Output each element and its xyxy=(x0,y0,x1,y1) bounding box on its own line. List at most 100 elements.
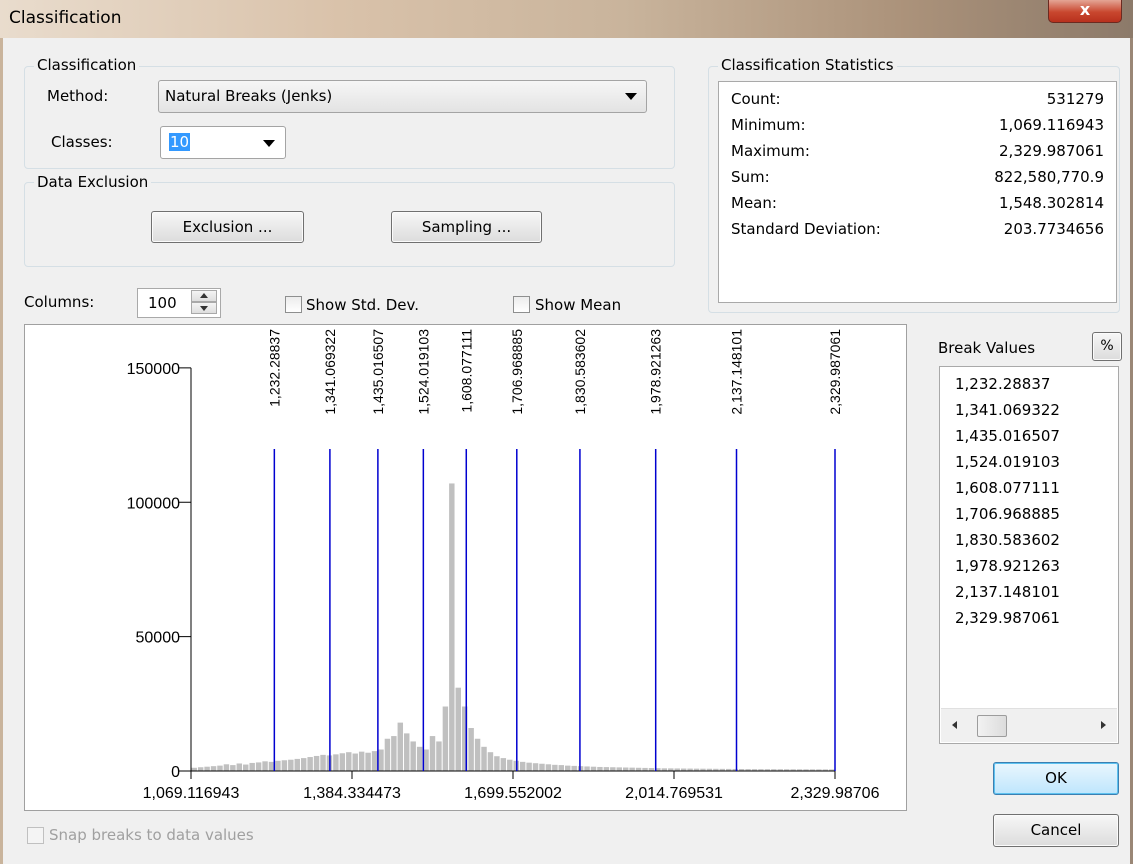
statistic-value: 1,548.302814 xyxy=(999,194,1104,212)
scroll-right-icon[interactable] xyxy=(1101,721,1106,729)
statistic-value: 2,329.987061 xyxy=(999,142,1104,160)
spin-down-button[interactable] xyxy=(191,302,217,314)
statistics-panel: Count: 531279 Minimum: 1,069.116943 Maximum:… xyxy=(718,81,1117,303)
break-value-item[interactable]: 1,608.077111 xyxy=(955,479,1060,497)
columns-label: Columns: xyxy=(24,293,95,311)
histogram-bar xyxy=(429,736,436,771)
histogram-bar xyxy=(262,761,268,771)
break-line-label: 1,706.968885 xyxy=(509,329,525,415)
histogram-bar xyxy=(571,765,577,771)
y-tick-label: 0 xyxy=(171,764,180,781)
title-bar: Classification x xyxy=(0,0,1133,38)
snap-breaks-label: Snap breaks to data values xyxy=(49,826,254,844)
data-exclusion-group xyxy=(24,182,675,267)
histogram-bar xyxy=(230,765,236,771)
method-label: Method: xyxy=(47,87,109,105)
y-tick-label: 150000 xyxy=(127,361,180,378)
histogram-bar xyxy=(584,766,590,771)
histogram-bar xyxy=(442,706,449,771)
ok-button[interactable]: OK xyxy=(993,762,1119,795)
histogram-bar xyxy=(500,758,507,771)
method-dropdown[interactable]: Natural Breaks (Jenks) xyxy=(158,80,647,113)
histogram-bar xyxy=(539,763,545,771)
histogram-bar xyxy=(384,738,391,771)
y-tick-label: 100000 xyxy=(127,495,180,512)
histogram-bar xyxy=(371,751,378,771)
percent-button[interactable]: % xyxy=(1092,332,1122,361)
statistic-row: Sum: 822,580,770.9 xyxy=(719,168,1116,192)
histogram-bar xyxy=(416,746,423,771)
statistic-key: Maximum: xyxy=(731,142,810,160)
break-line-label: 1,341.069322 xyxy=(322,329,338,415)
histogram-bar xyxy=(365,752,371,771)
histogram-bar xyxy=(255,762,262,771)
histogram-bar xyxy=(288,759,294,771)
histogram-chart[interactable]: 150000 100000 50000 0 1,069.116943 1,384.3344… xyxy=(24,324,907,811)
break-values-list[interactable]: 1,232.28837 1,341.069322 1,435.016507 1,524… xyxy=(939,366,1119,744)
break-value-item[interactable]: 2,137.148101 xyxy=(955,583,1060,601)
histogram-bar xyxy=(468,728,474,771)
histogram-bar xyxy=(558,765,565,771)
break-value-item[interactable]: 1,706.968885 xyxy=(955,505,1060,523)
classes-dropdown[interactable]: 10 xyxy=(160,126,286,159)
histogram-bar xyxy=(404,733,410,771)
histogram-bar xyxy=(268,761,275,771)
break-line-label: 1,830.583602 xyxy=(572,329,588,415)
histogram-bar xyxy=(320,754,326,771)
spin-up-button[interactable] xyxy=(191,290,217,302)
chevron-up-icon xyxy=(200,293,208,298)
scroll-thumb[interactable] xyxy=(977,715,1007,737)
histogram-bar xyxy=(526,762,532,771)
histogram-bar xyxy=(352,753,358,771)
break-value-item[interactable]: 1,435.016507 xyxy=(955,427,1060,445)
close-button[interactable]: x xyxy=(1048,0,1122,23)
histogram-bar xyxy=(610,767,616,771)
histogram-bar xyxy=(275,760,281,771)
window-title: Classification xyxy=(9,8,122,28)
statistic-key: Count: xyxy=(731,90,781,108)
statistic-row: Count: 531279 xyxy=(719,90,1116,114)
break-value-item[interactable]: 1,830.583602 xyxy=(955,531,1060,549)
show-mean-label[interactable]: Show Mean xyxy=(535,296,621,314)
histogram-bar xyxy=(590,766,597,771)
cancel-button[interactable]: Cancel xyxy=(993,814,1119,847)
statistic-row: Minimum: 1,069.116943 xyxy=(719,116,1116,140)
scroll-left-icon[interactable] xyxy=(952,721,957,729)
chevron-down-icon xyxy=(263,140,275,147)
show-mean-checkbox[interactable] xyxy=(513,296,530,313)
columns-value: 100 xyxy=(148,294,177,312)
break-value-item[interactable]: 1,978.921263 xyxy=(955,557,1060,575)
statistic-key: Mean: xyxy=(731,194,777,212)
statistic-row: Standard Deviation: 203.7734656 xyxy=(719,220,1116,244)
show-std-dev-checkbox[interactable] xyxy=(285,296,302,313)
show-std-dev-label[interactable]: Show Std. Dev. xyxy=(306,296,419,314)
histogram-bar xyxy=(339,753,346,771)
statistic-key: Minimum: xyxy=(731,116,806,134)
histogram-bar xyxy=(197,767,204,771)
break-value-item[interactable]: 1,341.069322 xyxy=(955,401,1060,419)
statistic-row: Maximum: 2,329.987061 xyxy=(719,142,1116,166)
histogram-bar xyxy=(281,760,288,771)
histogram-bar xyxy=(507,759,513,771)
histogram-bar xyxy=(378,749,384,771)
break-value-item[interactable]: 1,524.019103 xyxy=(955,453,1060,471)
histogram-svg[interactable]: 150000 100000 50000 0 1,069.116943 1,384.3344… xyxy=(25,325,906,810)
histogram-bar xyxy=(307,757,313,771)
break-value-item[interactable]: 1,232.28837 xyxy=(955,375,1050,393)
classes-value: 10 xyxy=(169,133,191,151)
histogram-bar xyxy=(487,752,494,771)
columns-spinner[interactable]: 100 xyxy=(137,288,221,318)
statistics-group-label: Classification Statistics xyxy=(718,56,897,74)
statistic-row: Mean: 1,548.302814 xyxy=(719,194,1116,218)
window-frame-left xyxy=(0,38,3,864)
horizontal-scrollbar[interactable] xyxy=(941,708,1117,742)
x-tick-label: 1,384.334473 xyxy=(303,785,401,802)
break-value-item[interactable]: 2,329.987061 xyxy=(955,609,1060,627)
statistic-key: Standard Deviation: xyxy=(731,220,881,238)
sampling-button[interactable]: Sampling ... xyxy=(391,211,542,243)
histogram-bar xyxy=(545,764,552,771)
histogram-bar xyxy=(313,755,320,771)
exclusion-button[interactable]: Exclusion ... xyxy=(151,211,304,243)
break-line-label: 1,435.016507 xyxy=(370,329,386,415)
classes-label: Classes: xyxy=(51,133,113,151)
